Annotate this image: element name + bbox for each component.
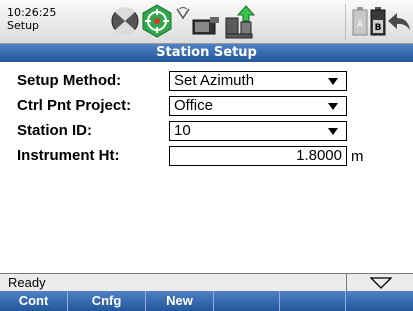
softkey-6[interactable] <box>346 291 413 311</box>
instrument-ht-unit: m <box>351 148 364 165</box>
softkey-cont[interactable]: Cont <box>0 291 68 311</box>
station-id-label: Station ID: <box>17 122 92 139</box>
chevron-down-icon <box>328 78 338 85</box>
setup-method-value: Set Azimuth <box>174 72 255 89</box>
time-text: 10:26:25 <box>7 6 57 19</box>
instrument-ht-input[interactable]: 1.8000 <box>169 146 347 166</box>
svg-text:B: B <box>375 23 382 33</box>
menu-button[interactable] <box>346 274 413 292</box>
softkey-5[interactable] <box>280 291 346 311</box>
top-status-bar: 10:26:25 Setup A B <box>0 0 413 44</box>
station-id-select[interactable]: 10 <box>169 121 347 141</box>
triangle-down-icon <box>369 277 393 289</box>
radio-signal-icon <box>176 7 190 20</box>
status-text: Ready <box>8 275 46 290</box>
instrument-ht-row: Instrument Ht: 1.8000 m <box>0 146 413 166</box>
target-icon[interactable] <box>110 6 140 36</box>
station-id-value: 10 <box>174 122 191 139</box>
ctrl-pnt-project-label: Ctrl Pnt Project: <box>17 97 132 114</box>
screen-name-text: Setup <box>7 19 40 32</box>
setup-method-label: Setup Method: <box>17 72 122 89</box>
battery-b-icon: B <box>370 7 386 36</box>
softkey-bar: Cont Cnfg New <box>0 291 413 311</box>
softkey-cnfg[interactable]: Cnfg <box>68 291 146 311</box>
chevron-down-icon <box>328 128 338 135</box>
svg-text:A: A <box>357 20 364 30</box>
back-arrow-icon[interactable] <box>386 10 412 34</box>
data-link-icon[interactable] <box>192 15 220 37</box>
setup-method-select[interactable]: Set Azimuth <box>169 71 347 91</box>
battery-a-icon: A <box>352 7 368 36</box>
clock: 10:26:25 Setup <box>7 6 56 32</box>
ctrl-pnt-project-value: Office <box>174 97 213 114</box>
separator <box>345 4 346 40</box>
chevron-down-icon <box>328 103 338 110</box>
page-title: Station Setup <box>0 44 413 62</box>
softkey-new[interactable]: New <box>146 291 214 311</box>
ctrl-pnt-project-select[interactable]: Office <box>169 96 347 116</box>
instrument-ht-label: Instrument Ht: <box>17 147 120 164</box>
station-id-row: Station ID: 10 <box>0 121 413 141</box>
ctrl-pnt-project-row: Ctrl Pnt Project: Office <box>0 96 413 116</box>
instrument-up-icon[interactable] <box>223 4 257 40</box>
prism-icon[interactable] <box>140 3 174 39</box>
softkey-4[interactable] <box>214 291 280 311</box>
status-line: Ready <box>0 273 413 292</box>
setup-method-row: Setup Method: Set Azimuth <box>0 71 413 91</box>
